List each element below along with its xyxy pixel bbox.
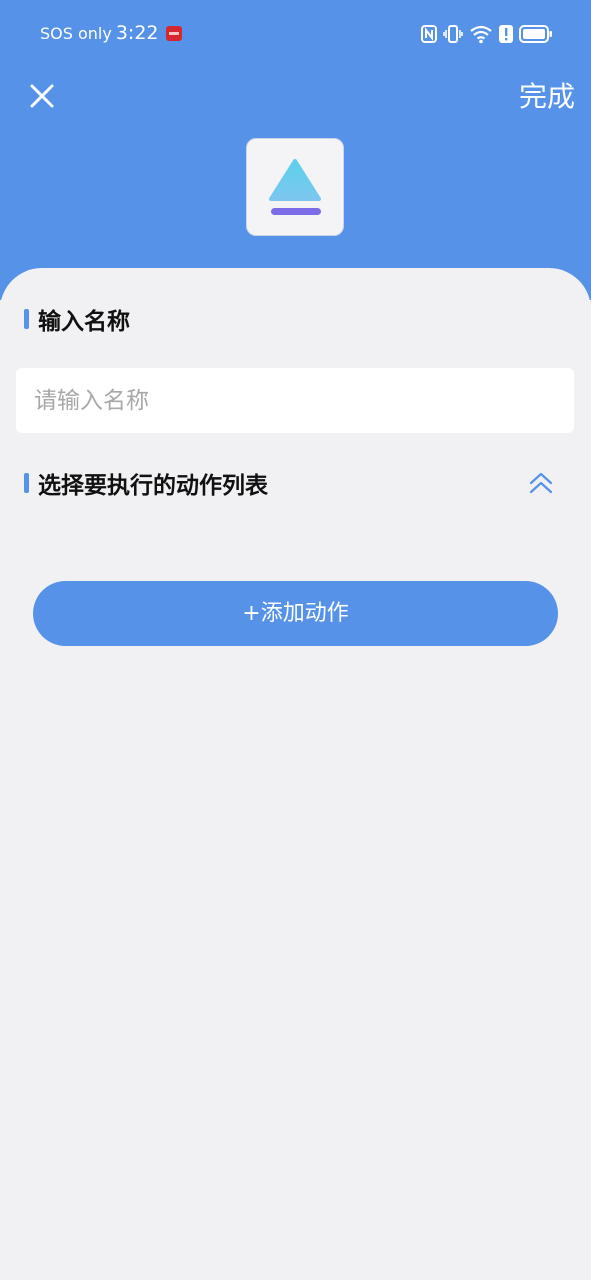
alert-icon — [499, 25, 513, 43]
eject-triangle-icon — [269, 159, 321, 215]
notification-icon — [165, 25, 182, 41]
name-input[interactable] — [16, 368, 574, 433]
app-icon-picker[interactable] — [246, 138, 344, 236]
vibrate-icon — [443, 25, 463, 43]
status-left: SOS only 3:22 — [40, 20, 182, 46]
actions-section-title: 选择要执行的动作列表 — [24, 466, 268, 500]
status-time: 3:22 — [115, 22, 159, 44]
section-marker — [24, 473, 29, 493]
double-chevron-up-icon — [529, 472, 553, 494]
wifi-icon — [470, 25, 492, 44]
form-panel: 输入名称 选择要执行的动作列表 +添加动作 — [0, 268, 591, 1280]
status-bar: SOS only 3:22 — [0, 0, 591, 66]
section-marker — [24, 309, 29, 329]
name-section-label: 输入名称 — [38, 309, 130, 335]
name-section-title: 输入名称 — [24, 302, 130, 336]
close-button[interactable] — [22, 76, 62, 116]
nfc-icon — [421, 25, 437, 43]
done-button[interactable]: 完成 — [519, 76, 575, 118]
status-right — [421, 21, 553, 47]
close-icon — [30, 84, 54, 108]
carrier-text: SOS only — [40, 23, 112, 43]
collapse-actions-button[interactable] — [526, 468, 556, 498]
battery-icon — [519, 25, 552, 43]
actions-section-label: 选择要执行的动作列表 — [38, 473, 268, 499]
add-action-button[interactable]: +添加动作 — [33, 581, 558, 646]
